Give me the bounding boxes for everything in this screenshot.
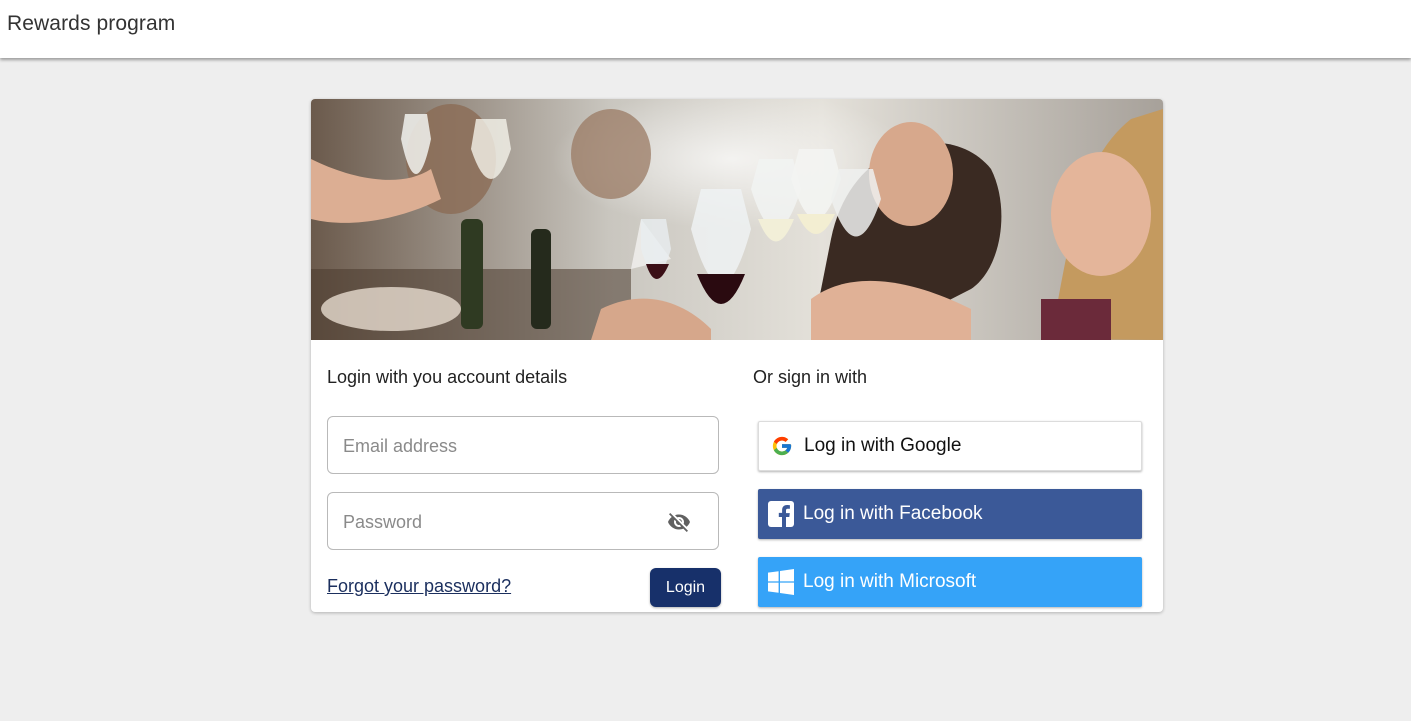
forgot-password-link[interactable]: Forgot your password?	[327, 576, 511, 597]
facebook-login-button[interactable]: Log in with Facebook	[758, 489, 1142, 539]
microsoft-login-button[interactable]: Log in with Microsoft	[758, 557, 1142, 607]
microsoft-login-label: Log in with Microsoft	[803, 571, 977, 592]
google-login-label: Log in with Google	[804, 435, 962, 456]
password-field[interactable]	[327, 492, 719, 551]
eye-off-icon[interactable]	[666, 510, 692, 534]
app-title: Rewards program	[7, 12, 176, 35]
hero-image	[311, 99, 1163, 340]
password-input[interactable]	[341, 493, 645, 551]
app-bar: Rewards program	[0, 0, 1411, 58]
login-card: Login with you account details Or sign i…	[311, 99, 1163, 612]
google-login-button[interactable]: Log in with Google	[758, 421, 1142, 471]
email-input[interactable]	[341, 417, 645, 475]
google-icon	[772, 436, 792, 456]
login-heading: Login with you account details	[327, 367, 568, 387]
email-field[interactable]	[327, 416, 719, 475]
login-button[interactable]: Login	[650, 568, 721, 607]
social-signin-heading: Or sign in with	[753, 367, 868, 387]
facebook-login-label: Log in with Facebook	[803, 503, 983, 524]
facebook-icon	[768, 501, 794, 527]
windows-icon	[768, 569, 794, 595]
